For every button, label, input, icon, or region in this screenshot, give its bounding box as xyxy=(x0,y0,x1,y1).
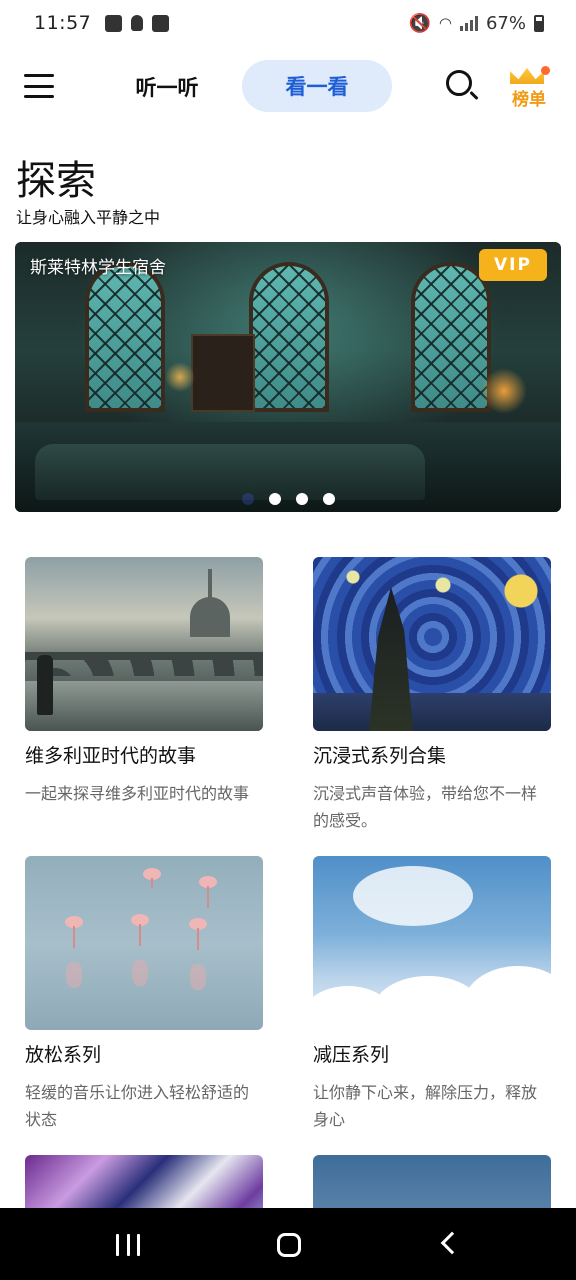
system-nav-bar xyxy=(0,1208,576,1280)
battery-percent: 67% xyxy=(485,12,526,34)
card-description: 沉浸式声音体验，带给您不一样的感受。 xyxy=(313,784,538,830)
crown-icon xyxy=(510,68,544,84)
banner-image-window xyxy=(411,262,491,412)
recent-apps-icon[interactable] xyxy=(116,1234,140,1256)
status-time: 11:57 xyxy=(34,12,92,34)
back-icon[interactable] xyxy=(440,1231,464,1255)
tab-watch[interactable]: 看一看 xyxy=(242,60,392,112)
banner-title: 斯莱特林学生宿舍 xyxy=(30,258,166,278)
carousel-dot[interactable] xyxy=(268,493,281,505)
battery-icon xyxy=(534,14,544,32)
banner-image-window xyxy=(85,262,165,412)
bulb-icon xyxy=(131,15,144,31)
clouds-image xyxy=(313,856,551,1030)
victorian-city-image xyxy=(25,557,263,731)
menu-icon[interactable] xyxy=(24,71,54,101)
rank-label: 榜单 xyxy=(512,90,546,110)
rank-button[interactable]: 榜单 xyxy=(506,64,552,110)
flamingo-image xyxy=(25,856,263,1030)
starry-night-image xyxy=(313,557,551,731)
collection-card[interactable]: 放松系列 轻缓的音乐让你进入轻松舒适的状态 xyxy=(25,856,263,1133)
carousel-dot[interactable] xyxy=(295,493,308,505)
system-status: 🔇 ◠ 67% xyxy=(408,0,544,46)
card-title: 放松系列 xyxy=(25,1044,102,1066)
collection-card[interactable]: 维多利亚时代的故事 一起来探寻维多利亚时代的故事 xyxy=(25,557,263,807)
card-description: 一起来探寻维多利亚时代的故事 xyxy=(25,784,250,803)
card-title: 减压系列 xyxy=(313,1044,390,1066)
signal-icon xyxy=(459,15,478,31)
carousel-dot[interactable] xyxy=(322,493,335,505)
checkbox-icon xyxy=(152,14,170,32)
carousel-indicator xyxy=(15,493,561,505)
page-subtitle: 让身心融入平静之中 xyxy=(16,208,161,227)
banner-image-sofa xyxy=(35,444,425,500)
vip-badge: VIP xyxy=(479,249,547,281)
mute-icon: 🔇 xyxy=(408,12,431,34)
banner-image-shelf xyxy=(191,334,255,412)
gallery-icon xyxy=(105,14,123,32)
notification-dot xyxy=(541,66,550,75)
carousel-dot[interactable] xyxy=(241,493,254,505)
card-description: 轻缓的音乐让你进入轻松舒适的状态 xyxy=(25,1083,250,1129)
status-bar: 11:57 🔇 ◠ 67% xyxy=(0,0,576,46)
card-title: 沉浸式系列合集 xyxy=(313,745,447,767)
collection-card[interactable]: 沉浸式系列合集 沉浸式声音体验，带给您不一样的感受。 xyxy=(313,557,551,834)
search-icon[interactable] xyxy=(444,68,480,104)
featured-banner[interactable]: 斯莱特林学生宿舍 VIP xyxy=(15,242,561,512)
wifi-icon: ◠ xyxy=(438,14,452,32)
page-title: 探索 xyxy=(16,158,96,204)
banner-image-lamp xyxy=(481,368,527,414)
card-description: 让你静下心来，解除压力，释放身心 xyxy=(313,1083,538,1129)
top-nav: 听一听 看一看 榜单 xyxy=(0,56,576,118)
card-title: 维多利亚时代的故事 xyxy=(25,745,197,767)
notification-icons xyxy=(105,14,170,32)
tab-listen[interactable]: 听一听 xyxy=(108,62,226,112)
collection-card[interactable]: 减压系列 让你静下心来，解除压力，释放身心 xyxy=(313,856,551,1133)
home-icon[interactable] xyxy=(277,1233,301,1257)
banner-image-window xyxy=(249,262,329,412)
banner-image-candle xyxy=(165,362,195,392)
